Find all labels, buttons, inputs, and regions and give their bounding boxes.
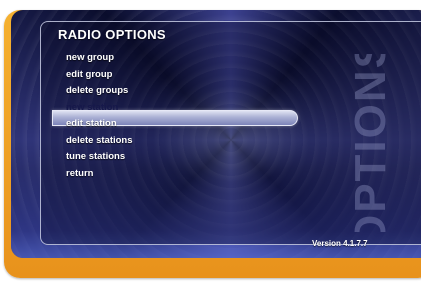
version-label: Version 4.1.7.7 — [312, 239, 368, 248]
menu-item-new-station[interactable]: new station — [66, 100, 133, 117]
menu-item-return[interactable]: return — [66, 166, 133, 183]
menu-item-new-group[interactable]: new group — [66, 50, 133, 67]
panel-title: RADIO OPTIONS — [58, 27, 166, 42]
menu-item-edit-group[interactable]: edit group — [66, 67, 133, 84]
options-watermark: OPTIONS — [336, 54, 406, 232]
menu-item-delete-stations[interactable]: delete stations — [66, 133, 133, 150]
menu-item-tune-stations[interactable]: tune stations — [66, 149, 133, 166]
menu-item-edit-station[interactable]: edit station — [66, 116, 133, 133]
radio-options-menu: new group edit group delete groups new s… — [66, 50, 133, 182]
menu-item-delete-groups[interactable]: delete groups — [66, 83, 133, 100]
options-watermark-text: OPTIONS — [346, 54, 395, 232]
